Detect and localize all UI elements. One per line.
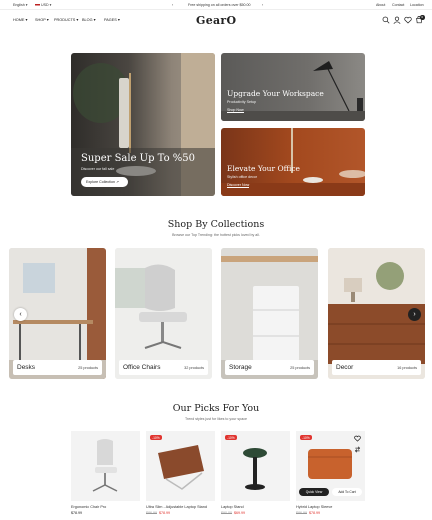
product-name[interactable]: Ergonomic Chair Pro <box>71 505 106 509</box>
collections-heading: Shop By Collections <box>167 219 265 230</box>
collection-label-office-chairs: Office Chairs 32 products <box>119 360 208 375</box>
product-old-price: $90.00 <box>221 511 232 515</box>
product-name[interactable]: Hybrid Laptop Sleeve <box>296 505 332 509</box>
currency-selector[interactable]: USD ▾ <box>35 3 51 7</box>
nav-blog-label: BLOG <box>82 18 93 22</box>
wishlist-icon[interactable] <box>354 435 361 442</box>
nav-pages-label: PAGES <box>104 18 117 22</box>
product-old-price: $86.99 <box>296 511 307 515</box>
product-old-price: $86.99 <box>146 511 157 515</box>
collection-label-desks: Desks 25 products <box>13 360 102 375</box>
picks-heading: Our Picks For You <box>172 403 260 414</box>
chevron-left-icon: ‹ <box>19 311 22 318</box>
sale-badge: -10% <box>150 435 162 441</box>
product-card[interactable]: -10% <box>146 431 215 501</box>
top-bar: English ▾ USD ▾ ‹ Free shipping on all o… <box>0 0 432 10</box>
nav-blog[interactable]: BLOG ▾ <box>82 17 96 22</box>
product-price: $90.00 $69.99 <box>221 511 245 515</box>
search-icon[interactable] <box>382 16 390 24</box>
logo[interactable]: GearO <box>196 14 236 27</box>
product-price: $86.99 $78.99 <box>296 511 320 515</box>
collection-label-storage: Storage 25 products <box>225 360 314 375</box>
hero-main-banner[interactable]: Super Sale Up To %50 Discover our fall s… <box>71 53 215 196</box>
currency-label: USD <box>41 3 49 7</box>
product-current-price: $78.99 <box>159 511 170 515</box>
explore-collection-button[interactable]: Explore Collection ↗ <box>81 177 128 187</box>
carousel-next-button[interactable]: › <box>408 308 421 321</box>
wishlist-icon[interactable] <box>404 16 412 24</box>
language-label: English <box>13 3 25 7</box>
product-card[interactable] <box>71 431 140 501</box>
hero-workspace-title: Upgrade Your Workspace <box>227 89 324 98</box>
collection-label-decor: Decor 16 products <box>332 360 421 375</box>
product-card[interactable]: -10% Quick View Add To Cart <box>296 431 365 501</box>
nav-pages[interactable]: PAGES ▾ <box>104 17 120 22</box>
nav-shop[interactable]: SHOP ▾ <box>35 17 49 22</box>
product-image-stool <box>243 448 267 490</box>
hero-office-subtitle: Stylish office decor <box>227 175 258 179</box>
account-icon[interactable] <box>393 16 401 24</box>
top-link-about[interactable]: About <box>376 3 385 7</box>
add-to-cart-button[interactable]: Add To Cart <box>332 488 362 496</box>
product-name[interactable]: Laptop Stand <box>221 505 244 509</box>
collection-count: 32 products <box>184 365 204 370</box>
flag-icon <box>35 3 40 7</box>
product-current-price: $69.99 <box>234 511 245 515</box>
carousel-prev-button[interactable]: ‹ <box>14 308 27 321</box>
collection-card-storage[interactable]: Storage 25 products <box>221 248 318 379</box>
nav-home[interactable]: HOME ▾ <box>13 17 27 22</box>
compare-icon[interactable] <box>354 446 361 453</box>
explore-collection-label: Explore Collection <box>86 180 115 184</box>
collection-name: Desks <box>17 364 36 371</box>
hero-workspace-cta[interactable]: Shop Now <box>227 108 244 113</box>
nav-shop-label: SHOP <box>35 18 46 22</box>
collection-count: 25 products <box>290 365 310 370</box>
product-image-laptop-stand <box>158 445 204 490</box>
arrow-right-icon: ↗ <box>115 180 119 184</box>
hero-workspace-subtitle: Productivity Setup <box>227 100 256 104</box>
nav-home-label: HOME <box>13 18 25 22</box>
quick-view-button[interactable]: Quick View <box>299 488 329 496</box>
product-image-chair <box>92 439 118 492</box>
hero-office-banner[interactable]: Elevate Your Office Stylish office decor… <box>221 128 365 196</box>
hero-main-title: Super Sale Up To %50 <box>81 153 196 164</box>
sale-badge: -10% <box>300 435 312 441</box>
collection-name: Storage <box>229 364 252 371</box>
picks-subtitle: Trend styles just for likes to your spac… <box>185 417 247 421</box>
hero-office-cta[interactable]: Discover Now <box>227 183 250 188</box>
prev-announcement-icon[interactable]: ‹ <box>172 3 173 7</box>
hero-workspace-banner[interactable]: Upgrade Your Workspace Productivity Setu… <box>221 53 365 121</box>
product-price: $78.99 <box>71 511 82 515</box>
nav-products-label: PRODUCTS <box>54 18 76 22</box>
collection-count: 25 products <box>78 365 98 370</box>
product-card[interactable]: -10% <box>221 431 290 501</box>
collection-count: 16 products <box>397 365 417 370</box>
collections-subtitle: Browse our Top Trending: the hottest pic… <box>172 233 260 237</box>
cart-count-badge: 0 <box>420 15 425 20</box>
collection-card-office-chairs[interactable]: Office Chairs 32 products <box>115 248 212 379</box>
top-link-contact[interactable]: Contact <box>392 3 404 7</box>
top-link-location[interactable]: Location <box>410 3 424 7</box>
hero-office-title: Elevate Your Office <box>227 164 300 173</box>
product-current-price: $78.99 <box>309 511 320 515</box>
header: HOME ▾ SHOP ▾ PRODUCTS ▾ BLOG ▾ PAGES ▾ … <box>0 10 432 32</box>
product-current-price: $78.99 <box>71 511 82 515</box>
hero-main-subtitle: Discover our fall sale <box>81 167 115 171</box>
product-name[interactable]: Ultra Slim - Adjustable Laptop Stand <box>146 505 207 509</box>
collection-name: Office Chairs <box>123 364 161 371</box>
nav-products[interactable]: PRODUCTS ▾ <box>54 17 78 22</box>
announcement-text: Free shipping on all orders over $50.00 <box>188 3 251 7</box>
next-announcement-icon[interactable]: › <box>262 3 263 7</box>
collection-name: Decor <box>336 364 354 371</box>
hero-main-image <box>71 53 215 196</box>
chevron-right-icon: › <box>413 311 416 318</box>
sale-badge: -10% <box>225 435 237 441</box>
language-selector[interactable]: English ▾ <box>13 3 28 7</box>
product-price: $86.99 $78.99 <box>146 511 170 515</box>
